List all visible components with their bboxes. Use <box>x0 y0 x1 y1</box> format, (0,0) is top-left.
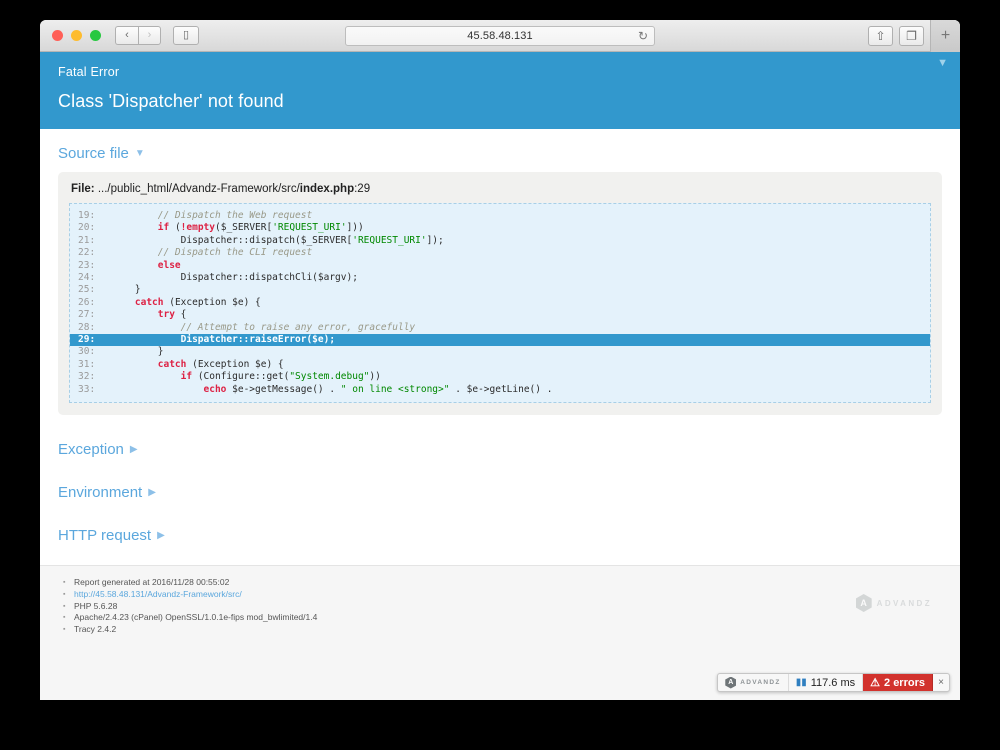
code-line-number: 32: <box>78 371 96 383</box>
browser-window: ‹ › ▯ 45.58.48.131 ↻ ⇧ ❐ + Fatal Error C… <box>40 20 960 700</box>
section-label-source-file: Source file <box>58 145 129 162</box>
error-header: Fatal Error Class 'Dispatcher' not found… <box>40 52 960 129</box>
sidebar-toggle-icon[interactable]: ▯ <box>173 26 199 45</box>
file-line-number: :29 <box>354 183 371 195</box>
share-icon[interactable]: ⇧ <box>868 26 893 46</box>
window-controls[interactable] <box>52 30 101 41</box>
section-label: Exception <box>58 441 124 459</box>
code-line-number: 30: <box>78 346 96 358</box>
code-line: 30: } <box>78 346 164 358</box>
code-line-number: 26: <box>78 296 96 308</box>
error-message: Class 'Dispatcher' not found <box>58 91 284 111</box>
maximize-window-button[interactable] <box>90 30 101 41</box>
code-line: 19: // Dispatch the Web request <box>78 210 313 221</box>
show-tabs-icon[interactable]: ❐ <box>899 26 924 46</box>
advandz-watermark: A ADVANDZ <box>855 594 932 612</box>
navigation-buttons[interactable]: ‹ › <box>115 26 161 45</box>
code-line-number: 28: <box>78 321 96 333</box>
source-code-panel: File: .../public_html/Advandz-Framework/… <box>58 172 942 416</box>
section-header-environment[interactable]: Environment ▶ <box>58 484 942 501</box>
debugbar-brand-text: ADVANDZ <box>740 679 781 686</box>
footer-info-item: Tracy 2.4.2 <box>63 625 942 635</box>
collapsed-section: Exception ▶ <box>58 441 942 458</box>
code-line-number: 27: <box>78 309 96 321</box>
section-header-exception[interactable]: Exception ▶ <box>58 441 942 458</box>
code-line-number: 29: <box>78 334 96 346</box>
footer-info-item[interactable]: http://45.58.48.131/Advandz-Framework/sr… <box>63 589 942 600</box>
collapsed-section: Environment ▶ <box>58 484 942 501</box>
reload-icon[interactable]: ↻ <box>638 29 648 43</box>
code-line-number: 25: <box>78 284 96 296</box>
code-line-number: 19: <box>78 210 96 221</box>
header-collapse-caret-icon[interactable]: ▼ <box>937 58 948 69</box>
footer-info-list: Report generated at 2016/11/28 00:55:02h… <box>58 577 942 635</box>
footer-info-item: PHP 5.6.28 <box>63 601 942 612</box>
browser-toolbar: ‹ › ▯ 45.58.48.131 ↻ ⇧ ❐ + <box>40 20 960 52</box>
forward-button[interactable]: › <box>138 26 161 45</box>
footer-info-item: Apache/2.4.23 (cPanel) OpenSSL/1.0.1e-fi… <box>63 613 942 623</box>
code-line-number: 22: <box>78 247 96 259</box>
debugbar-errors[interactable]: ⚠ 2 errors <box>863 674 933 691</box>
code-line-number: 23: <box>78 259 96 271</box>
code-line-number: 21: <box>78 234 96 246</box>
code-line: 29: Dispatcher::raiseError($e); <box>70 334 930 347</box>
warning-triangle-icon: ⚠ <box>870 677 881 689</box>
file-path: .../public_html/Advandz-Framework/src/ <box>97 183 300 195</box>
bluescreen-body: Source file ▼ File: .../public_html/Adva… <box>40 129 960 587</box>
footer-info-item: Report generated at 2016/11/28 00:55:02 <box>63 577 942 588</box>
source-code-listing: 19: // Dispatch the Web request 20: if (!… <box>69 203 931 404</box>
code-line: 27: try { <box>78 309 187 321</box>
debugbar-close-icon[interactable]: × <box>933 674 949 691</box>
toolbar-right-actions[interactable]: ⇧ ❐ <box>868 26 924 46</box>
chevron-right-icon[interactable]: ▶ <box>148 487 156 498</box>
code-line-number: 33: <box>78 383 96 395</box>
back-button[interactable]: ‹ <box>115 26 138 45</box>
close-window-button[interactable] <box>52 30 63 41</box>
chevron-right-icon[interactable]: ▶ <box>130 444 138 455</box>
code-line: 21: Dispatcher::dispatch($_SERVER['REQUE… <box>78 234 444 246</box>
code-line-number: 24: <box>78 272 96 284</box>
section-header-http-request[interactable]: HTTP request ▶ <box>58 527 942 544</box>
debugbar-brand[interactable]: A ADVANDZ <box>718 674 789 691</box>
code-line: 32: if (Configure::get("System.debug")) <box>78 371 381 383</box>
file-name: index.php <box>299 183 355 195</box>
minimize-window-button[interactable] <box>71 30 82 41</box>
address-bar[interactable]: 45.58.48.131 ↻ <box>345 26 655 46</box>
code-line: 28: // Attempt to raise any error, grace… <box>78 321 416 333</box>
advandz-hex-logo-icon: A <box>855 594 872 612</box>
chevron-down-icon[interactable]: ▼ <box>135 148 145 159</box>
code-line: 26: catch (Exception $e) { <box>78 296 261 308</box>
chevron-right-icon[interactable]: ▶ <box>157 530 165 541</box>
debugbar-time[interactable]: ▮▮ 117.6 ms <box>789 674 864 691</box>
section-header-source-file[interactable]: Source file ▼ <box>58 145 942 162</box>
error-kind: Fatal Error <box>58 65 120 79</box>
section-label: Environment <box>58 484 143 502</box>
code-line: 20: if (!empty($_SERVER['REQUEST_URI'])) <box>78 222 364 234</box>
collapsed-section: HTTP request ▶ <box>58 527 942 544</box>
debugbar-errors-count: 2 errors <box>884 676 925 689</box>
advandz-watermark-text: ADVANDZ <box>876 598 932 608</box>
code-line: 31: catch (Exception $e) { <box>78 358 284 370</box>
url-text: 45.58.48.131 <box>467 30 533 42</box>
section-label: HTTP request <box>58 527 152 545</box>
debugbar-time-value: 117.6 ms <box>810 676 856 689</box>
tracy-debug-bar[interactable]: A ADVANDZ ▮▮ 117.6 ms ⚠ 2 errors × <box>717 673 950 692</box>
tracy-bluescreen-page: Fatal Error Class 'Dispatcher' not found… <box>40 52 960 700</box>
advandz-mini-logo-icon: A <box>725 676 737 689</box>
new-tab-button[interactable]: + <box>930 20 960 52</box>
code-line: 33: echo $e->getMessage() . " on line <s… <box>78 383 553 395</box>
footer-link[interactable]: http://45.58.48.131/Advandz-Framework/sr… <box>74 589 242 599</box>
code-line-number: 31: <box>78 358 96 370</box>
code-line: 22: // Dispatch the CLI request <box>78 247 313 259</box>
code-line: 24: Dispatcher::dispatchCli($argv); <box>78 272 358 284</box>
source-file-path: File: .../public_html/Advandz-Framework/… <box>71 183 931 195</box>
code-line-number: 20: <box>78 222 96 234</box>
file-label: File: <box>71 183 95 195</box>
code-line: 23: else <box>78 259 181 271</box>
code-line: 25: } <box>78 284 141 296</box>
bar-chart-icon: ▮▮ <box>795 677 807 688</box>
